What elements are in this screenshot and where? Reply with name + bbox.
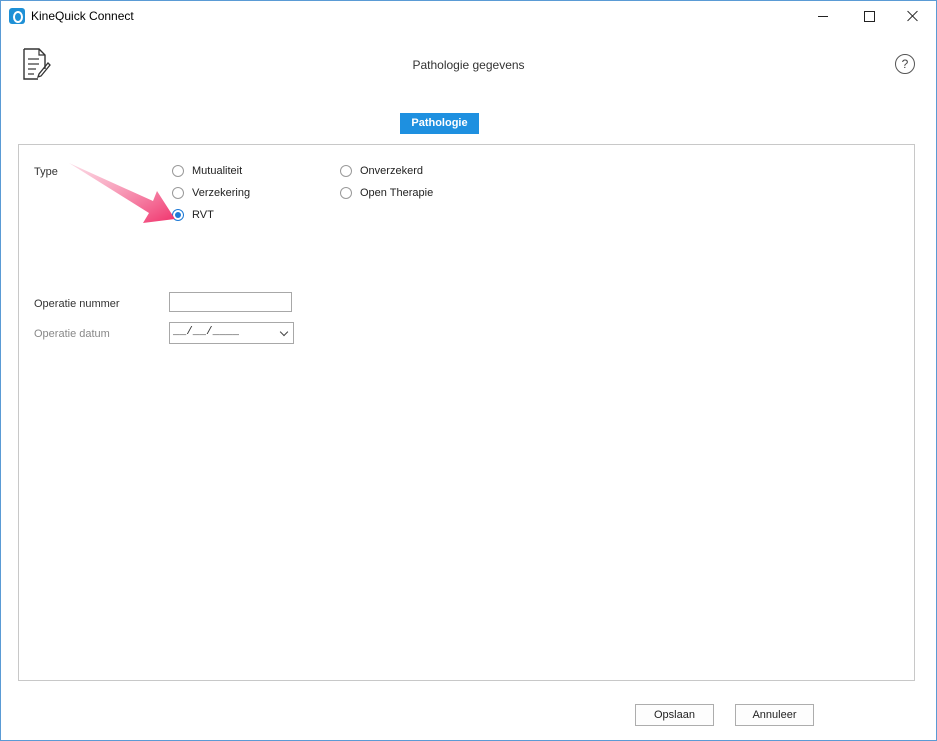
operatie-nummer-label: Operatie nummer — [34, 298, 120, 310]
help-icon[interactable]: ? — [895, 54, 915, 74]
radio-label: Onverzekerd — [360, 165, 423, 177]
radio-label: RVT — [192, 209, 214, 221]
cancel-button[interactable]: Annuleer — [735, 704, 814, 726]
operatie-datum-label: Operatie datum — [34, 328, 110, 340]
chevron-down-icon[interactable] — [279, 327, 289, 337]
radio-label: Verzekering — [192, 187, 251, 199]
radio-onverzekerd[interactable]: Onverzekerd — [340, 165, 423, 177]
radio-label: Open Therapie — [360, 187, 434, 199]
annotation-arrow-icon — [69, 163, 175, 223]
close-button[interactable] — [890, 1, 936, 31]
radio-open-therapie[interactable]: Open Therapie — [340, 187, 433, 199]
app-window: KineQuick Connect Pathologie gegevens ? … — [0, 0, 937, 741]
minimize-icon — [818, 15, 828, 17]
page-title: Pathologie gegevens — [412, 58, 525, 72]
window-title: KineQuick Connect — [31, 9, 134, 23]
radio-button[interactable] — [340, 187, 352, 199]
title-bar[interactable]: KineQuick Connect — [1, 1, 936, 31]
close-icon — [907, 10, 919, 22]
save-button[interactable]: Opslaan — [635, 704, 714, 726]
radio-label: Mutualiteit — [192, 165, 243, 177]
operatie-nummer-input[interactable] — [169, 292, 292, 312]
radio-button[interactable] — [340, 165, 352, 177]
minimize-button[interactable] — [800, 1, 846, 31]
app-logo-icon — [9, 8, 25, 24]
maximize-button[interactable] — [846, 1, 892, 31]
maximize-icon — [863, 10, 875, 22]
date-value: __/__/____ — [173, 326, 240, 338]
type-label: Type — [34, 166, 58, 178]
operatie-datum-picker[interactable]: __/__/____ — [169, 322, 294, 344]
tab-pathologie[interactable]: Pathologie — [400, 113, 479, 134]
